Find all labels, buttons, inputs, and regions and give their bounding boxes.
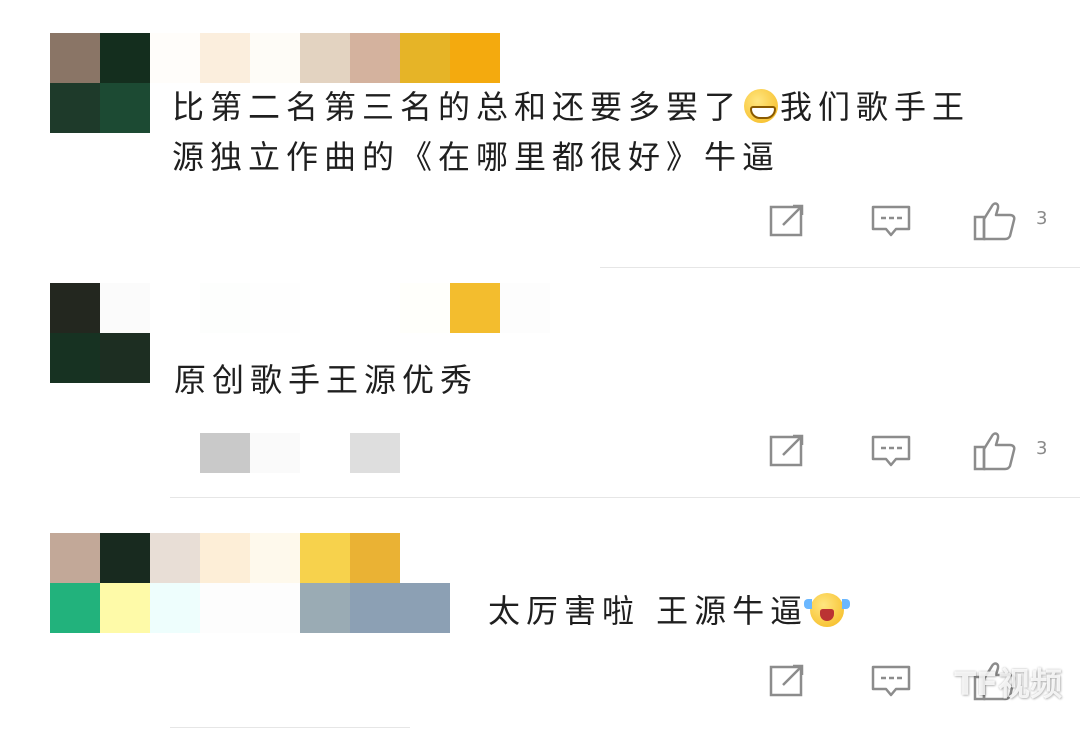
comment-actions: 3 — [760, 198, 1080, 248]
comment-text-line1: 太厉害啦 王源牛逼 — [488, 592, 809, 630]
share-icon — [769, 204, 804, 237]
comment-actions: 3 — [760, 428, 1080, 478]
avatar-mosaic[interactable] — [50, 283, 150, 383]
share-button[interactable] — [764, 198, 810, 244]
reply-button[interactable] — [868, 428, 914, 474]
username-mosaic[interactable] — [150, 283, 550, 333]
reply-button[interactable] — [868, 658, 914, 704]
comment-icon — [871, 435, 911, 467]
divider — [170, 727, 410, 728]
share-button[interactable] — [764, 428, 810, 474]
like-button[interactable] — [972, 428, 1018, 474]
comment-text-line2: 源独立作曲的《在哪里都很好》牛逼 — [172, 138, 781, 176]
share-icon — [769, 664, 804, 697]
like-count: 3 — [1036, 438, 1048, 459]
share-icon — [769, 434, 804, 467]
comment-text: 太厉害啦 王源牛逼 — [488, 586, 851, 636]
loudly-laughing-face-icon — [804, 593, 851, 627]
comment-text: 比第二名第三名的总和还要多罢了 我们歌手王 — [172, 82, 970, 132]
comment-text-line1-after: 我们歌手王 — [780, 88, 971, 126]
like-count: 3 — [1036, 208, 1048, 229]
comment-text-line1: 比第二名第三名的总和还要多罢了 — [172, 88, 743, 126]
username-mosaic[interactable] — [150, 33, 500, 83]
like-button[interactable] — [972, 198, 1018, 244]
comment-text: 原创歌手王源优秀 — [174, 361, 479, 399]
divider — [600, 267, 1080, 268]
avatar-mosaic[interactable] — [50, 533, 150, 633]
share-button[interactable] — [764, 658, 810, 704]
reply-button[interactable] — [868, 198, 914, 244]
comment-icon — [871, 205, 911, 237]
divider — [170, 497, 1080, 498]
watermark: TF视频 — [954, 665, 1062, 703]
avatar-mosaic[interactable] — [50, 33, 150, 133]
timestamp-mosaic — [200, 433, 400, 473]
comment-icon — [871, 665, 911, 697]
username-mosaic[interactable] — [150, 533, 450, 633]
thumbs-up-icon — [973, 202, 1016, 241]
grinning-face-icon — [744, 89, 779, 123]
thumbs-up-icon — [973, 432, 1016, 471]
